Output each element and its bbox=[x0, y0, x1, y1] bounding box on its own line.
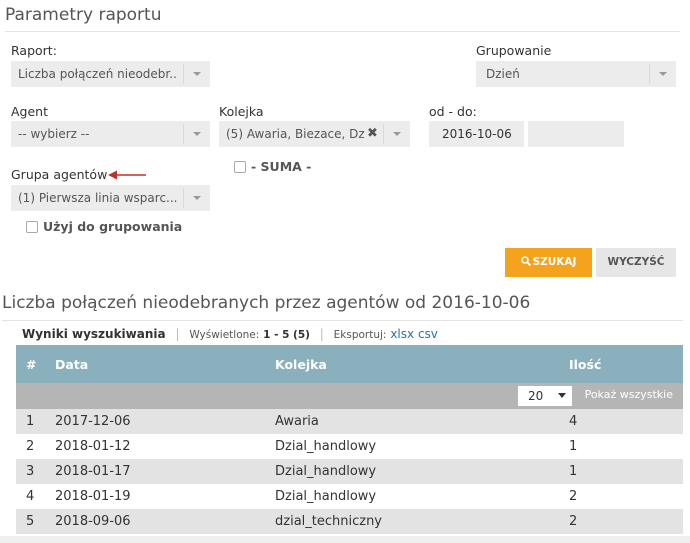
cell-count: 4 bbox=[569, 414, 578, 429]
result-title: Liczba połączeń nieodebranych przez agen… bbox=[2, 293, 531, 313]
grouping-select[interactable]: Dzień bbox=[476, 61, 676, 87]
agent-group-label: Grupa agentów bbox=[11, 167, 108, 182]
cell-queue: Dzial_handlowy bbox=[275, 489, 377, 504]
report-label: Raport: bbox=[11, 43, 57, 58]
queue-label: Kolejka bbox=[219, 104, 264, 119]
cell-count: 1 bbox=[569, 439, 578, 454]
separator: | bbox=[175, 327, 180, 341]
date-range-label: od - do: bbox=[429, 104, 477, 119]
shown-value: 1 - 5 (5) bbox=[263, 329, 310, 341]
export-csv-link[interactable]: csv bbox=[418, 327, 438, 341]
page-size-select[interactable]: 20 bbox=[518, 386, 572, 406]
clear-button[interactable]: WYCZYŚĆ bbox=[596, 248, 676, 277]
col-header-index[interactable]: # bbox=[26, 357, 36, 372]
cell-index: 3 bbox=[26, 464, 35, 479]
date-to-input[interactable] bbox=[528, 121, 624, 147]
cell-queue: dzial_techniczny bbox=[275, 514, 383, 529]
export-label: Eksportuj: bbox=[333, 329, 387, 341]
search-icon bbox=[520, 256, 531, 267]
cell-date: 2018-01-19 bbox=[55, 489, 131, 504]
agent-select[interactable]: -- wybierz -- bbox=[11, 121, 210, 147]
queue-select-value: (5) Awaria, Biezace, Dz... bbox=[226, 127, 366, 141]
agent-group-select[interactable]: (1) Pierwsza linia wsparc... bbox=[11, 185, 210, 211]
results-tab[interactable]: Wyniki wyszukiwania bbox=[22, 327, 166, 341]
result-divider bbox=[2, 320, 683, 321]
cell-date: 2017-12-06 bbox=[55, 414, 131, 429]
date-from-input[interactable]: 2016-10-06 bbox=[429, 121, 524, 147]
table-row[interactable]: 4 2018-01-19 Dzial_handlowy 2 bbox=[16, 484, 683, 509]
chevron-down-icon bbox=[558, 393, 566, 398]
table-row[interactable]: 3 2018-01-17 Dzial_handlowy 1 bbox=[16, 459, 683, 484]
search-button-label: SZUKAJ bbox=[532, 256, 577, 268]
cell-queue: Dzial_handlowy bbox=[275, 464, 377, 479]
chevron-down-icon bbox=[183, 188, 210, 208]
use-grouping-checkbox[interactable] bbox=[26, 221, 38, 233]
cell-index: 1 bbox=[26, 414, 35, 429]
report-select-value: Liczba połączeń nieodebr... bbox=[18, 67, 178, 81]
use-grouping-label: Użyj do grupowania bbox=[43, 219, 183, 234]
chevron-down-icon bbox=[183, 124, 210, 144]
cell-count: 2 bbox=[569, 489, 578, 504]
table-toolbar: 20 Pokaż wszystkie bbox=[16, 383, 683, 409]
arrow-left-icon bbox=[108, 170, 146, 180]
cell-index: 5 bbox=[26, 514, 35, 529]
clear-selection-icon[interactable]: ✖ bbox=[367, 121, 378, 147]
cell-index: 2 bbox=[26, 439, 35, 454]
cell-queue: Awaria bbox=[275, 414, 319, 429]
grouping-label: Grupowanie bbox=[476, 43, 552, 58]
cell-date: 2018-09-06 bbox=[55, 514, 131, 529]
table-row[interactable]: 5 2018-09-06 dzial_techniczny 2 bbox=[16, 509, 683, 534]
results-bar: Wyniki wyszukiwania | Wyświetlone: 1 - 5… bbox=[22, 327, 438, 341]
suma-checkbox[interactable] bbox=[234, 161, 246, 173]
chevron-down-icon bbox=[183, 64, 210, 84]
cell-date: 2018-01-12 bbox=[55, 439, 131, 454]
export-xlsx-link[interactable]: xlsx bbox=[390, 327, 414, 341]
search-button[interactable]: SZUKAJ bbox=[505, 248, 592, 277]
cell-date: 2018-01-17 bbox=[55, 464, 131, 479]
separator: | bbox=[319, 327, 324, 341]
table-row[interactable]: 2 2018-01-12 Dzial_handlowy 1 bbox=[16, 434, 683, 459]
col-header-count[interactable]: Ilość bbox=[569, 357, 601, 372]
section-divider bbox=[5, 31, 680, 32]
show-all-link[interactable]: Pokaż wszystkie bbox=[585, 388, 673, 401]
agent-label: Agent bbox=[11, 104, 48, 119]
grouping-select-value: Dzień bbox=[486, 67, 520, 81]
cell-count: 1 bbox=[569, 464, 578, 479]
report-select[interactable]: Liczba połączeń nieodebr... bbox=[11, 61, 210, 87]
chevron-down-icon bbox=[649, 64, 676, 84]
shown-label: Wyświetlone: bbox=[189, 329, 260, 341]
table-row[interactable]: 1 2017-12-06 Awaria 4 bbox=[16, 409, 683, 434]
scroll-area-edge bbox=[0, 536, 690, 543]
table-header: # Data Kolejka Ilość bbox=[16, 345, 683, 383]
page-size-value: 20 bbox=[528, 389, 544, 403]
cell-index: 4 bbox=[26, 489, 35, 504]
cell-queue: Dzial_handlowy bbox=[275, 439, 377, 454]
col-header-queue[interactable]: Kolejka bbox=[275, 357, 327, 372]
chevron-down-icon bbox=[383, 124, 410, 144]
col-header-date[interactable]: Data bbox=[55, 357, 88, 372]
section-title: Parametry raportu bbox=[5, 5, 162, 25]
agent-group-select-value: (1) Pierwsza linia wsparc... bbox=[18, 191, 178, 205]
cell-count: 2 bbox=[569, 514, 578, 529]
agent-select-value: -- wybierz -- bbox=[18, 127, 90, 141]
suma-label: - SUMA - bbox=[251, 159, 312, 174]
queue-select[interactable]: (5) Awaria, Biezace, Dz... ✖ bbox=[219, 121, 410, 147]
